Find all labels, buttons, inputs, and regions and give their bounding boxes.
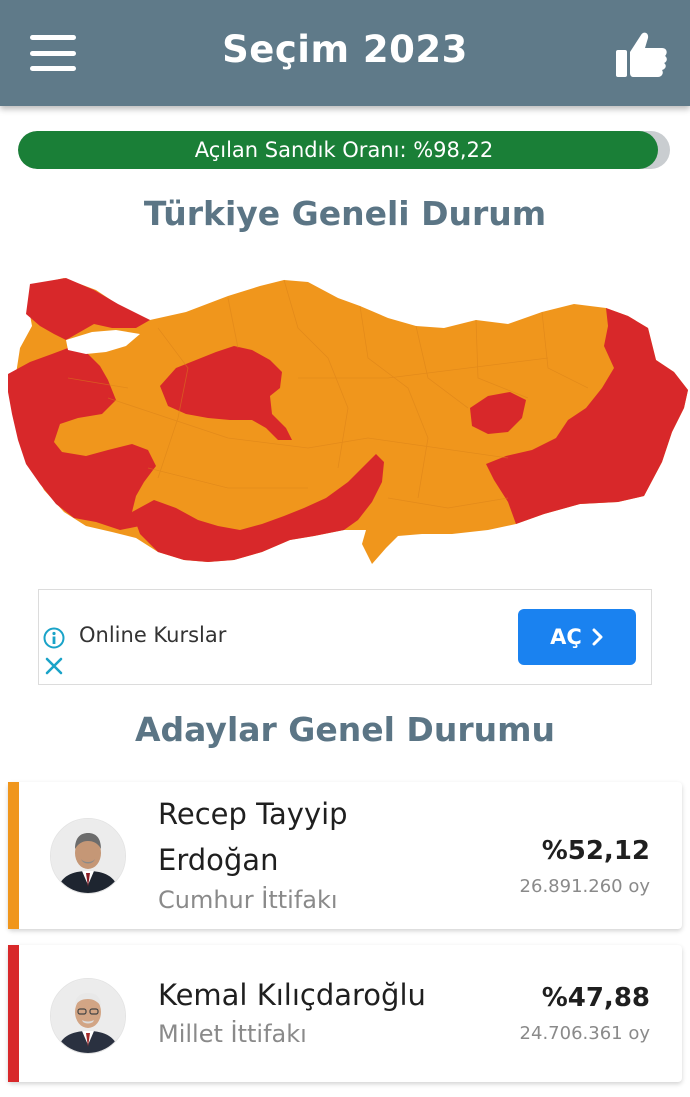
turkey-results-map [8, 278, 688, 564]
candidates-section-title: Adaylar Genel Durumu [135, 710, 555, 749]
app-title: Seçim 2023 [222, 28, 468, 71]
close-icon[interactable] [44, 656, 64, 676]
candidate-party: Millet İttifakı [158, 1020, 307, 1048]
ballot-progress-label: Açılan Sandık Oranı: %98,22 [194, 138, 494, 162]
avatar [50, 978, 126, 1054]
candidate-photo [51, 979, 125, 1053]
thumbs-up-icon[interactable] [616, 30, 668, 78]
chevron-right-icon [592, 628, 603, 646]
ad-open-button[interactable]: AÇ [518, 609, 636, 665]
candidate-color-bar [8, 782, 19, 929]
candidate-color-bar [8, 945, 19, 1082]
info-icon[interactable] [43, 627, 65, 649]
candidate-name: Recep Tayyip [158, 797, 348, 831]
ad-text: Online Kurslar [79, 623, 227, 647]
candidate-percent: %52,12 [541, 836, 650, 866]
map-section-title: Türkiye Geneli Durum [143, 194, 547, 233]
candidate-percent: %47,88 [541, 983, 650, 1013]
ballot-progress-bar: Açılan Sandık Oranı: %98,22 [18, 131, 670, 169]
candidate-card[interactable]: Kemal Kılıçdaroğlu Millet İttifakı %47,8… [8, 945, 682, 1082]
candidate-card[interactable]: Recep Tayyip Erdoğan Cumhur İttifakı %52… [8, 782, 682, 929]
candidate-name: Kemal Kılıçdaroğlu [158, 978, 426, 1012]
candidate-party: Cumhur İttifakı [158, 886, 338, 914]
ad-open-button-label: AÇ [550, 625, 582, 649]
candidate-votes: 26.891.260 oy [519, 876, 650, 897]
candidate-votes: 24.706.361 oy [519, 1023, 650, 1044]
candidate-photo [51, 819, 125, 893]
app-bar: Seçim 2023 [0, 0, 690, 106]
ad-banner[interactable]: Online Kurslar AÇ [38, 589, 652, 685]
avatar [50, 818, 126, 894]
candidate-name-line2: Erdoğan [158, 843, 279, 877]
